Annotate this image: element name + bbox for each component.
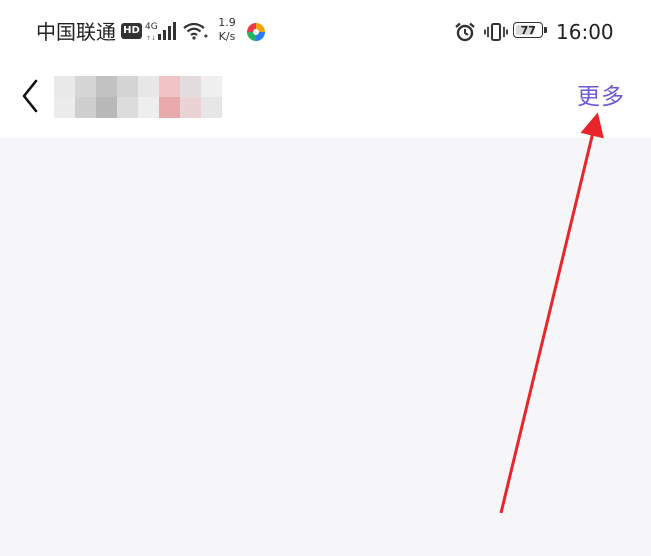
app-icon	[247, 23, 265, 41]
header-area: 中国联通 HD 4G ↑↓ 1.9 K/s 77 16:00 更多	[0, 0, 651, 138]
chevron-left-icon	[22, 79, 38, 113]
net-speed-unit: K/s	[218, 30, 236, 43]
content-area	[0, 138, 651, 556]
alarm-icon	[455, 22, 475, 42]
wifi-icon	[183, 22, 208, 40]
battery-icon: 77	[513, 22, 547, 40]
back-button[interactable]	[16, 76, 46, 116]
carrier-name: 中国联通	[36, 20, 116, 44]
vibrate-icon	[484, 23, 508, 41]
status-bar: 中国联通 HD 4G ↑↓ 1.9 K/s 77 16:00	[0, 0, 651, 62]
signal-icon: 4G ↑↓	[145, 22, 176, 42]
battery-level: 77	[520, 24, 536, 37]
network-type-label: 4G	[145, 22, 158, 32]
page-title-redacted	[54, 76, 222, 118]
clock-time: 16:00	[556, 20, 614, 44]
hd-icon: HD	[121, 23, 142, 39]
nav-bar: 更多	[0, 62, 651, 138]
svg-text:↑↓: ↑↓	[146, 35, 156, 42]
more-button[interactable]: 更多	[577, 81, 625, 113]
net-speed-value: 1.9	[218, 16, 236, 29]
net-speed: 1.9 K/s	[214, 16, 240, 44]
